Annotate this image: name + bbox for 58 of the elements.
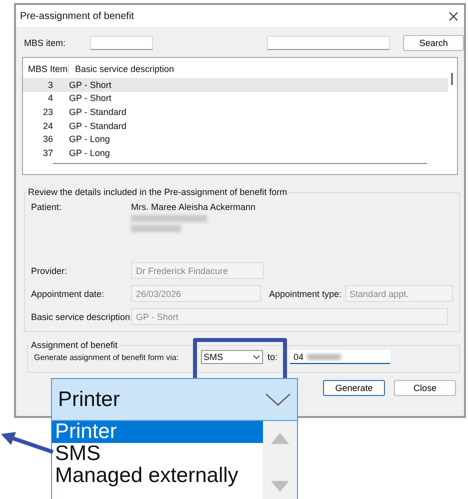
input-field[interactable]: [90, 36, 154, 50]
arrow: [1, 432, 54, 454]
list-row[interactable]: 37 GP - Long: [23, 146, 448, 160]
column-header[interactable]: MBS Item: [23, 64, 69, 74]
field-label: Appointment type:: [269, 288, 342, 298]
provider-field: Dr Frederick Findacure: [131, 262, 264, 279]
item-description: GP - Standard: [69, 120, 126, 131]
type-field: Standard appt.: [344, 285, 453, 302]
field-label: Patient:: [31, 202, 63, 212]
list-row[interactable]: 23 GP - Standard: [23, 105, 448, 119]
redacted-number: [306, 354, 341, 360]
item-number: 4: [46, 93, 54, 104]
list-row[interactable]: 36 GP - Long: [23, 132, 448, 146]
scrollbar-thumb[interactable]: [451, 73, 453, 85]
dropdown-option[interactable]: SMS: [52, 443, 263, 465]
scroll-up-icon[interactable]: [271, 433, 289, 444]
field-label: to:: [268, 352, 278, 362]
close-icon[interactable]: [449, 12, 458, 20]
field-label: Provider:: [31, 266, 68, 276]
dropdown-zoomed[interactable]: Printer: [51, 378, 298, 421]
item-number: 24: [42, 120, 54, 131]
group-title: Review the details included in the Pre-assignment of benefit form: [27, 187, 288, 197]
generate-button[interactable]: Generate: [323, 380, 385, 396]
dropdown-option[interactable]: Managed externally: [52, 465, 263, 487]
scrollbar-thumb[interactable]: [53, 163, 427, 164]
field-label: MBS item:: [24, 38, 66, 48]
group-title: Assignment of benefit: [30, 340, 119, 350]
item-number: 23: [42, 106, 54, 117]
method-dropdown[interactable]: SMS: [200, 350, 263, 364]
scrollbar[interactable]: [263, 421, 297, 499]
item-description: GP - Long: [69, 148, 110, 158]
list-row[interactable]: 3 GP - Short: [23, 78, 448, 92]
list-row[interactable]: 24 GP - Standard: [23, 118, 448, 132]
chevron-icon: [265, 393, 291, 406]
dropdown-option[interactable]: Printer: [52, 421, 263, 443]
date-field: 26/03/2026: [131, 285, 261, 302]
phone-number: 04: [294, 352, 304, 362]
item-number: 37: [42, 148, 54, 158]
chevron-icon: [252, 355, 260, 359]
search-field[interactable]: [267, 36, 390, 50]
item-number: 36: [42, 134, 54, 144]
patient-name: Mrs. Maree Aleisha Ackermann: [131, 202, 256, 212]
item-description: GP - Long: [69, 134, 110, 144]
column-header[interactable]: Basic service description: [69, 64, 174, 74]
item-description: GP - Short: [69, 80, 112, 90]
list-row[interactable]: 4 GP - Short: [23, 92, 448, 106]
scroll-down-icon[interactable]: [271, 481, 289, 492]
search-button[interactable]: Search: [403, 35, 464, 51]
close-button[interactable]: Close: [394, 380, 456, 396]
item-description: GP - Standard: [69, 106, 126, 117]
item-description: GP - Short: [69, 93, 112, 104]
item-number: 3: [46, 80, 54, 90]
field-label: Generate assignment of benefit form via:: [34, 352, 179, 362]
field-label: Basic service description:: [31, 312, 131, 322]
window-title: Pre-assignment of benefit: [20, 10, 134, 22]
phone-field[interactable]: 04: [290, 350, 390, 364]
description-field: GP - Short: [131, 308, 448, 325]
field-label: Appointment date:: [31, 288, 106, 298]
